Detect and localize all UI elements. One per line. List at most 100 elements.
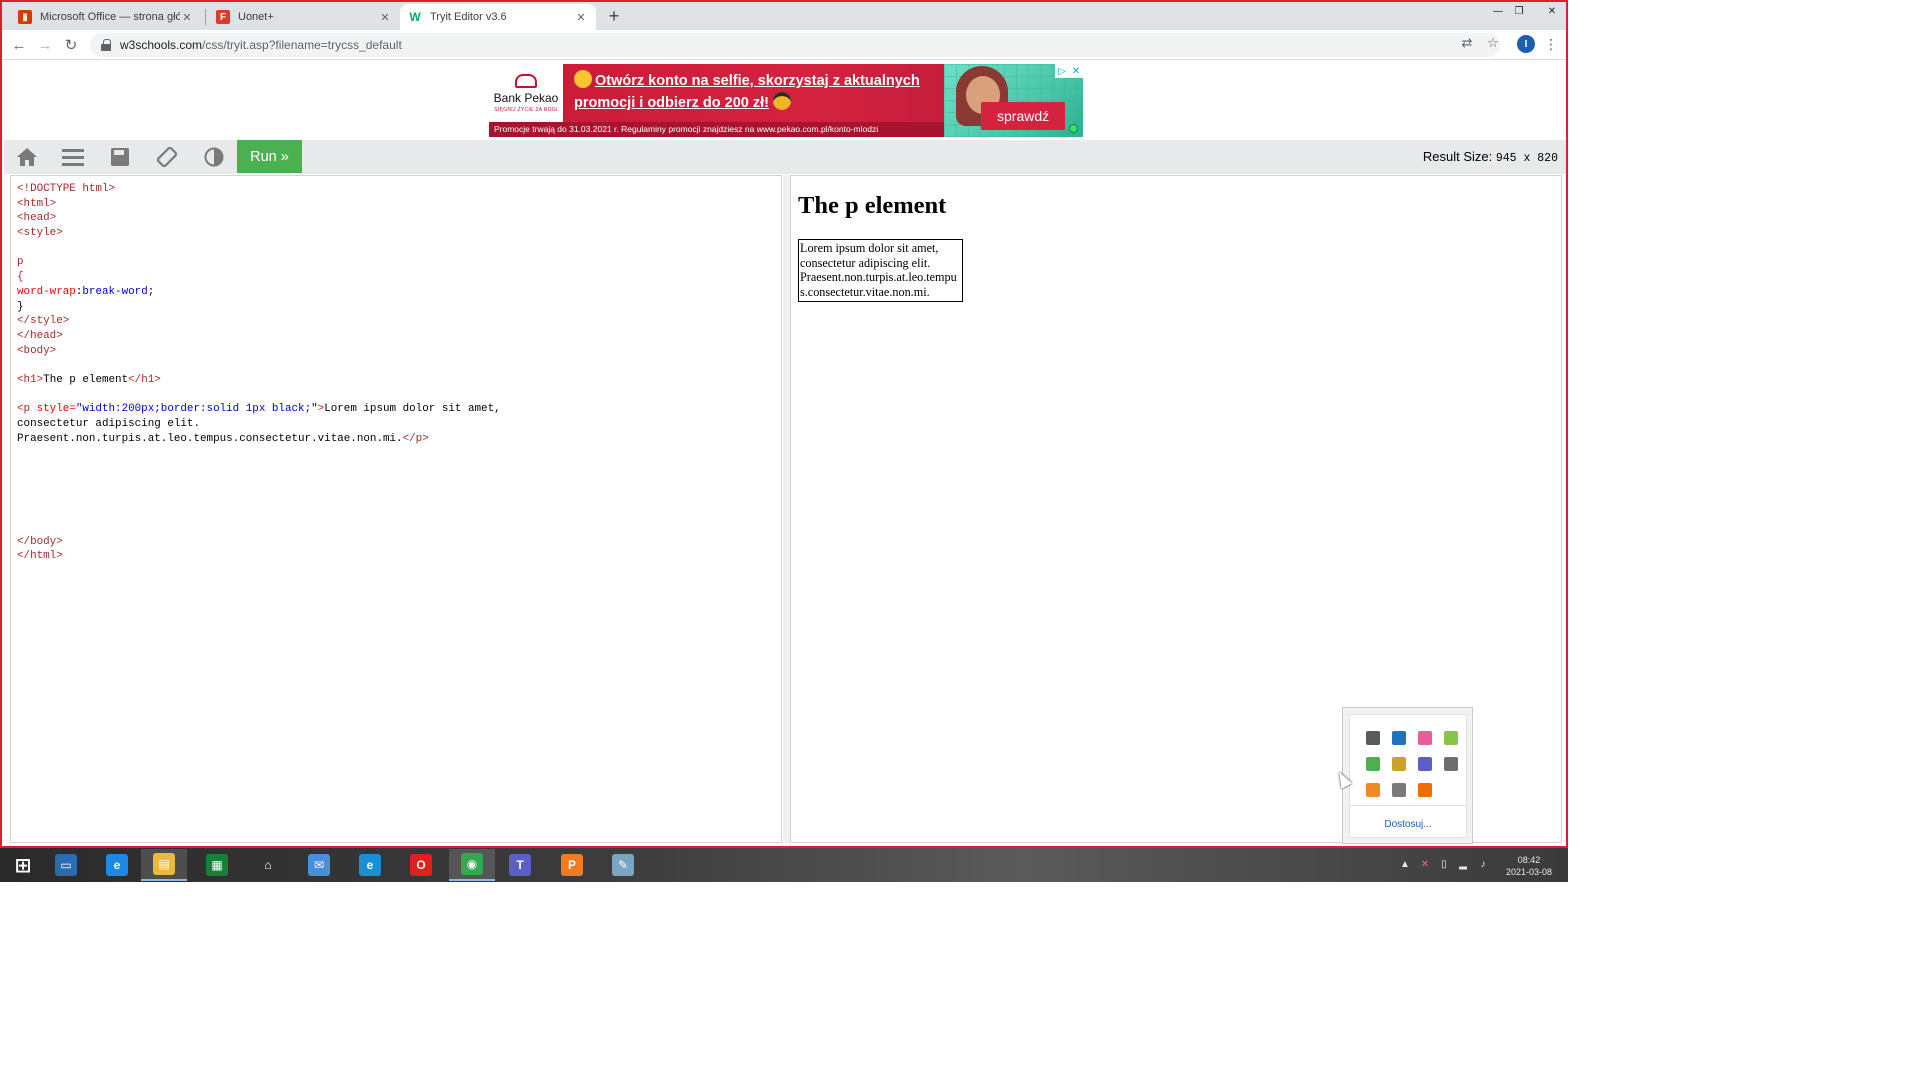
- close-icon[interactable]: ✕: [180, 10, 194, 24]
- code-line: <p style="width:200px;border:solid 1px b…: [17, 403, 501, 416]
- minimize-button[interactable]: —: [1488, 4, 1508, 18]
- code-line: p: [17, 256, 24, 269]
- new-tab-button[interactable]: +: [603, 5, 625, 27]
- colorful-app-icon[interactable]: [1418, 731, 1432, 745]
- profile-avatar[interactable]: I: [1517, 35, 1535, 53]
- back-arrow-icon[interactable]: ←: [9, 35, 29, 55]
- tab-tryit-editor[interactable]: W Tryit Editor v3.6 ✕: [400, 4, 596, 30]
- taskbar-item[interactable]: O: [398, 849, 444, 881]
- file-explorer-icon: ▤: [153, 853, 175, 875]
- panel-divider[interactable]: [783, 175, 790, 843]
- taskbar-item[interactable]: ✉: [296, 849, 342, 881]
- taskbar-item[interactable]: ▭: [43, 849, 89, 881]
- start-button-icon: ⊞: [14, 854, 32, 877]
- run-button[interactable]: Run »: [237, 140, 302, 173]
- shield-check-icon[interactable]: [1366, 757, 1380, 771]
- taskbar-item[interactable]: e: [347, 849, 393, 881]
- theme-icon[interactable]: [191, 140, 237, 174]
- show-hidden-icons-icon[interactable]: ▲: [1398, 857, 1412, 871]
- taskbar: ▲ ✕ ▯ ▂ ♪ 08:42 2021-03-08 ⊞ ▭ e ▤ ▦ ⌂ ✉ e O ◉ T P ✎: [0, 848, 1568, 882]
- printer-icon[interactable]: [1392, 783, 1406, 797]
- clock-date: 2021-03-08: [1505, 867, 1553, 877]
- sunglasses-emoji-icon: [773, 92, 792, 110]
- result-paragraph: Lorem ipsum dolor sit amet, consectetur …: [798, 239, 963, 302]
- result-size: Result Size: 945 x 820: [1423, 149, 1558, 165]
- close-icon[interactable]: ✕: [574, 10, 588, 24]
- save-icon[interactable]: [97, 140, 143, 174]
- battery-icon[interactable]: ▯: [1437, 857, 1451, 871]
- code-line: <body>: [17, 344, 57, 357]
- menu-icon[interactable]: [50, 140, 96, 174]
- display-icon[interactable]: [1366, 731, 1380, 745]
- tab-uonet[interactable]: F Uonet+ ✕: [208, 4, 400, 30]
- ad-cta-button[interactable]: sprawdź: [981, 102, 1066, 130]
- code-line: word-wrap:break-word;: [17, 285, 155, 298]
- ad-footer: Promocje trwają do 31.03.2021 r. Regulam…: [489, 122, 944, 137]
- mail-icon: ✉: [308, 854, 330, 876]
- bank-pekao-logo: Bank Pekao SIĘGNIJ ŻYCIE ZA ROGI: [489, 64, 563, 122]
- forward-arrow-icon[interactable]: →: [35, 35, 55, 55]
- translate-icon[interactable]: ⇄: [1457, 33, 1477, 53]
- restore-button[interactable]: ❐: [1509, 4, 1529, 18]
- taskbar-item[interactable]: ⌂: [245, 849, 291, 881]
- more-menu-icon[interactable]: ⋮: [1544, 34, 1558, 54]
- result-size-label: Result Size:: [1422, 149, 1493, 164]
- smiley-icon: [574, 70, 592, 88]
- taskbar-item[interactable]: ▦: [194, 849, 240, 881]
- taskbar-item[interactable]: ✎: [600, 849, 646, 881]
- taskbar-item[interactable]: ◉: [449, 849, 495, 881]
- close-ad-icon[interactable]: ✕: [1069, 64, 1083, 78]
- browser-window: ▮ Microsoft Office — strona główna ✕ F U…: [0, 0, 1568, 848]
- taskbar-item[interactable]: ⊞: [0, 849, 46, 881]
- ad-banner[interactable]: Bank Pekao SIĘGNIJ ŻYCIE ZA ROGI Otwórz …: [489, 64, 1083, 137]
- code-line: consectetur adipiscing elit.: [17, 418, 200, 430]
- taskbar-item[interactable]: T: [497, 849, 543, 881]
- address-bar[interactable]: w3schools.com/css/tryit.asp?filename=try…: [90, 33, 1500, 57]
- result-size-value: 945 x 820: [1495, 152, 1558, 165]
- code-line: Praesent.non.turpis.at.leo.tempus.consec…: [17, 432, 429, 445]
- star-icon[interactable]: ☆: [1483, 33, 1503, 53]
- url-domain: w3schools.com: [120, 38, 203, 52]
- close-icon[interactable]: ✕: [378, 10, 392, 24]
- rotate-icon[interactable]: [144, 140, 190, 174]
- code-line: {: [17, 271, 24, 284]
- customize-link[interactable]: Dostosuj...: [1350, 819, 1466, 830]
- adchoices-icon[interactable]: ▷: [1055, 64, 1069, 78]
- package-icon[interactable]: [1392, 757, 1406, 771]
- home-app-icon: ⌂: [264, 858, 272, 872]
- orange-z-icon[interactable]: [1418, 783, 1432, 797]
- home-icon[interactable]: [4, 140, 50, 174]
- office-favicon-icon: ▮: [18, 10, 32, 24]
- notepad-icon: ✎: [612, 854, 634, 876]
- volume-icon[interactable]: ♪: [1476, 857, 1490, 871]
- code-line: </head>: [17, 329, 63, 342]
- orange-update-icon[interactable]: [1366, 783, 1380, 797]
- chrome-icon: ◉: [461, 853, 483, 875]
- browser-toolbar: ← → ↻ w3schools.com/css/tryit.asp?filena…: [2, 30, 1566, 60]
- code-editor[interactable]: <!DOCTYPE html> <html> <head> <style> p {word…: [10, 175, 782, 843]
- tab-microsoft-office[interactable]: ▮ Microsoft Office — strona główna ✕: [10, 4, 202, 30]
- close-window-button[interactable]: ✕: [1542, 4, 1562, 18]
- clock-time: 08:42: [1517, 855, 1541, 865]
- teams-icon[interactable]: [1418, 757, 1432, 771]
- taskbar-item[interactable]: P: [549, 849, 595, 881]
- taskbar-item[interactable]: e: [94, 849, 140, 881]
- network-drive-icon[interactable]: [1392, 731, 1406, 745]
- ad-choices[interactable]: ▷ ✕: [1055, 64, 1083, 78]
- reload-icon[interactable]: ↻: [61, 35, 81, 55]
- taskbar-item[interactable]: ▤: [141, 849, 187, 881]
- taskbar-clock[interactable]: 08:42 2021-03-08: [1500, 854, 1558, 878]
- lenovo-monitor-icon: ▭: [55, 854, 77, 876]
- ad-headline-line-2: promocji i odbierz do 200 zł!: [574, 95, 769, 111]
- defender-warning-icon[interactable]: ✕: [1418, 857, 1432, 871]
- green-yellow-icon[interactable]: [1444, 731, 1458, 745]
- code-text[interactable]: <!DOCTYPE html> <html> <head> <style> p {word…: [17, 182, 501, 564]
- ad-headline-line-1: Otwórz konto na selfie, skorzystaj z akt…: [595, 73, 920, 89]
- camera-icon[interactable]: [1444, 757, 1458, 771]
- ad-brand: Bank Pekao: [493, 90, 559, 105]
- network-icon[interactable]: ▂: [1456, 857, 1470, 871]
